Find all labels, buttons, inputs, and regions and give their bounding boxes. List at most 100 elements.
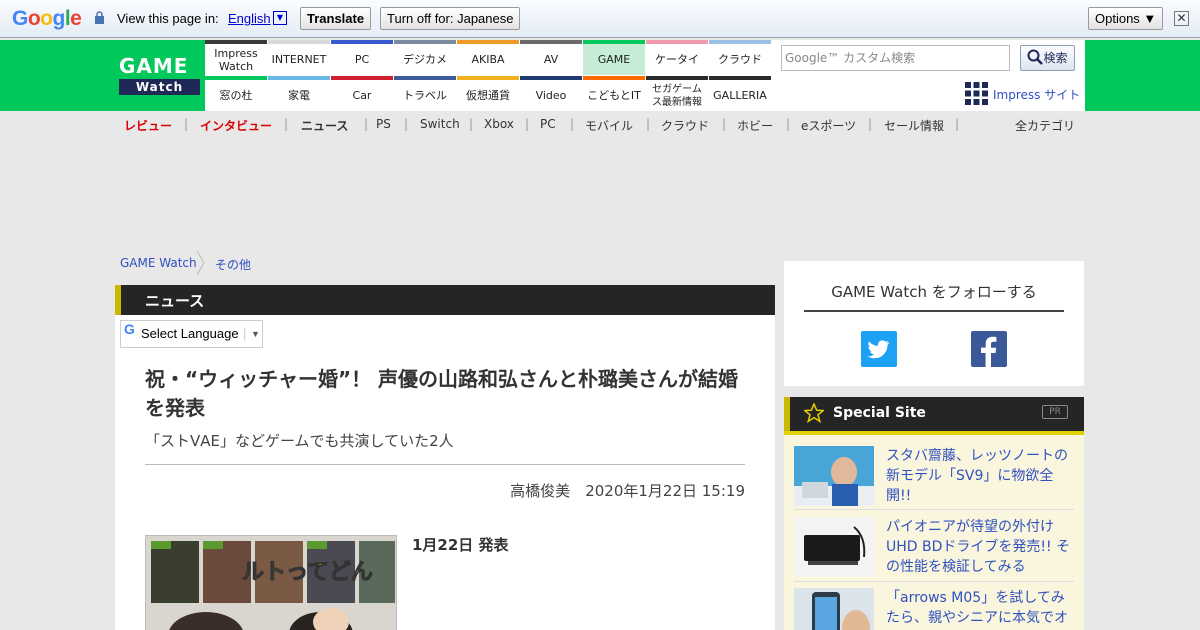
breadcrumb-home[interactable]: GAME Watch xyxy=(120,256,197,270)
breadcrumb-category[interactable]: その他 xyxy=(215,256,251,273)
star-icon xyxy=(804,403,824,423)
special-site-list: スタバ齋藤、レッツノートの新モデル「SV9」に物欲全開!! パイオニアが待望の外… xyxy=(784,435,1084,630)
google-g-icon: G xyxy=(124,321,135,337)
tab-car[interactable]: Car xyxy=(331,76,393,111)
facebook-icon[interactable] xyxy=(971,331,1007,367)
tab-travel[interactable]: トラベル xyxy=(394,76,456,111)
logo-game-text: GAME xyxy=(119,54,189,78)
publish-date: 2020年1月22日 15:19 xyxy=(585,482,745,500)
turn-off-button[interactable]: Turn off for: Japanese xyxy=(380,7,521,30)
search-input[interactable]: Google™ カスタム検索 xyxy=(781,45,1010,71)
tab-crypto[interactable]: 仮想通貨 xyxy=(457,76,519,111)
category-link[interactable]: ニュース xyxy=(301,117,348,134)
special-site-box: Special Site PR スタバ齋藤、レッツノートの新モデル「SV9」に物… xyxy=(784,397,1084,630)
search-button-label: 検索 xyxy=(1043,51,1068,65)
select-language-dropdown[interactable]: G Select Language | ▼ xyxy=(120,320,263,348)
tab-galleria[interactable]: GALLERIA xyxy=(709,76,771,111)
language-link[interactable]: English xyxy=(228,11,271,26)
category-separator: | xyxy=(722,117,727,131)
view-page-text: View this page in: xyxy=(117,11,219,26)
tab-sega-games[interactable]: セガゲームス最新情報 xyxy=(646,76,708,111)
category-link[interactable]: セール情報 xyxy=(884,117,944,134)
search-icon xyxy=(1027,49,1044,65)
category-separator: | xyxy=(364,117,369,131)
category-separator: | xyxy=(570,117,575,131)
language-dropdown-icon[interactable]: ▼ xyxy=(273,11,287,25)
follow-divider xyxy=(804,310,1064,312)
impress-site-link[interactable]: Impress サイト xyxy=(993,86,1080,103)
tab-game[interactable]: GAME xyxy=(583,40,645,75)
tab-akiba[interactable]: AKIBA xyxy=(457,40,519,75)
twitter-icon[interactable] xyxy=(861,331,897,367)
category-link[interactable]: PC xyxy=(540,117,556,131)
tab-kodomo-it[interactable]: こどもとIT xyxy=(583,76,645,111)
category-separator: | xyxy=(469,117,474,131)
section-title: ニュース xyxy=(145,292,205,310)
author: 高橋俊美 xyxy=(510,482,571,500)
grid-icon xyxy=(965,82,988,105)
search-button[interactable]: 検索 xyxy=(1020,45,1075,71)
tab-keitai[interactable]: ケータイ xyxy=(646,40,708,75)
close-icon[interactable]: ✕ xyxy=(1174,11,1189,26)
tab-av[interactable]: AV xyxy=(520,40,582,75)
announce-date: 1月22日 発表 xyxy=(412,536,509,554)
category-separator: | xyxy=(184,117,189,131)
item-link[interactable]: 「arrows M05」を試してみたら、親やシニアに本気でオ xyxy=(886,588,1074,628)
tab-impress-watch[interactable]: Impress Watch xyxy=(205,40,267,75)
tab-video[interactable]: Video xyxy=(520,76,582,111)
article-subtitle: 「ストⅤAE」などゲームでも共演していた2人 xyxy=(145,432,454,450)
logo-watch-text: Watch xyxy=(119,79,200,95)
category-link[interactable]: eスポーツ xyxy=(801,117,856,134)
pr-badge: PR xyxy=(1042,405,1068,419)
category-separator: | xyxy=(284,117,289,131)
options-button[interactable]: Options ▼ xyxy=(1088,7,1164,30)
category-link[interactable]: PS xyxy=(376,117,391,131)
special-site-header: Special Site PR xyxy=(784,397,1084,431)
lock-icon xyxy=(95,11,104,24)
category-separator: | xyxy=(404,117,409,131)
tab-pc[interactable]: PC xyxy=(331,40,393,75)
divider xyxy=(145,464,745,465)
item-link[interactable]: スタバ齋藤、レッツノートの新モデル「SV9」に物欲全開!! xyxy=(886,446,1074,506)
tab-madonomori[interactable]: 窓の杜 xyxy=(205,76,267,111)
category-separator: | xyxy=(786,117,791,131)
list-item[interactable]: スタバ齋藤、レッツノートの新モデル「SV9」に物欲全開!! xyxy=(794,446,1074,510)
category-link[interactable]: ホビー xyxy=(737,117,773,134)
tab-cloud[interactable]: クラウド xyxy=(709,40,771,75)
tab-internet[interactable]: INTERNET xyxy=(268,40,330,75)
article-image[interactable]: ルトってどん xyxy=(145,535,397,630)
category-link[interactable]: レビュー xyxy=(124,117,172,134)
category-separator: | xyxy=(525,117,530,131)
select-language-label: Select Language xyxy=(141,326,239,341)
item-thumbnail xyxy=(794,588,874,630)
category-separator: | xyxy=(868,117,873,131)
translate-button[interactable]: Translate xyxy=(300,7,372,30)
list-item[interactable]: 「arrows M05」を試してみたら、親やシニアに本気でオ xyxy=(794,588,1074,630)
article-title: 祝・“ウィッチャー婚”！ 声優の山路和弘さんと朴璐美さんが結婚を発表 xyxy=(145,367,739,420)
byline: 高橋俊美 2020年1月22日 15:19 xyxy=(400,480,745,501)
image-caption: ルトってどん xyxy=(242,560,374,586)
item-thumbnail xyxy=(794,517,874,577)
category-link[interactable]: Xbox xyxy=(484,117,514,131)
all-categories-link[interactable]: 全カテゴリ xyxy=(1015,117,1075,134)
chevron-down-icon: ▼ xyxy=(251,329,260,339)
category-link[interactable]: Switch xyxy=(420,117,460,131)
follow-title: GAME Watch をフォローする xyxy=(831,283,1037,301)
category-link[interactable]: インタビュー xyxy=(200,117,272,134)
list-item[interactable]: パイオニアが待望の外付けUHD BDドライブを発売!! その性能を検証してみる xyxy=(794,517,1074,582)
translate-bar: Google View this page in: English ▼ Tran… xyxy=(0,0,1200,38)
breadcrumb-separator-icon xyxy=(196,251,205,275)
item-link[interactable]: パイオニアが待望の外付けUHD BDドライブを発売!! その性能を検証してみる xyxy=(886,517,1074,577)
category-link[interactable]: クラウド xyxy=(661,117,709,134)
tab-digicame[interactable]: デジカメ xyxy=(394,40,456,75)
follow-box: GAME Watch をフォローする xyxy=(784,261,1084,386)
item-thumbnail xyxy=(794,446,874,506)
section-header: ニュース xyxy=(115,285,775,315)
category-link[interactable]: モバイル xyxy=(585,117,633,134)
category-separator: | xyxy=(646,117,651,131)
google-logo: Google xyxy=(12,7,82,30)
site-logo[interactable]: GAME Watch xyxy=(115,40,205,111)
category-separator: | xyxy=(955,117,960,131)
tab-kaden[interactable]: 家電 xyxy=(268,76,330,111)
special-site-title: Special Site xyxy=(833,405,926,421)
